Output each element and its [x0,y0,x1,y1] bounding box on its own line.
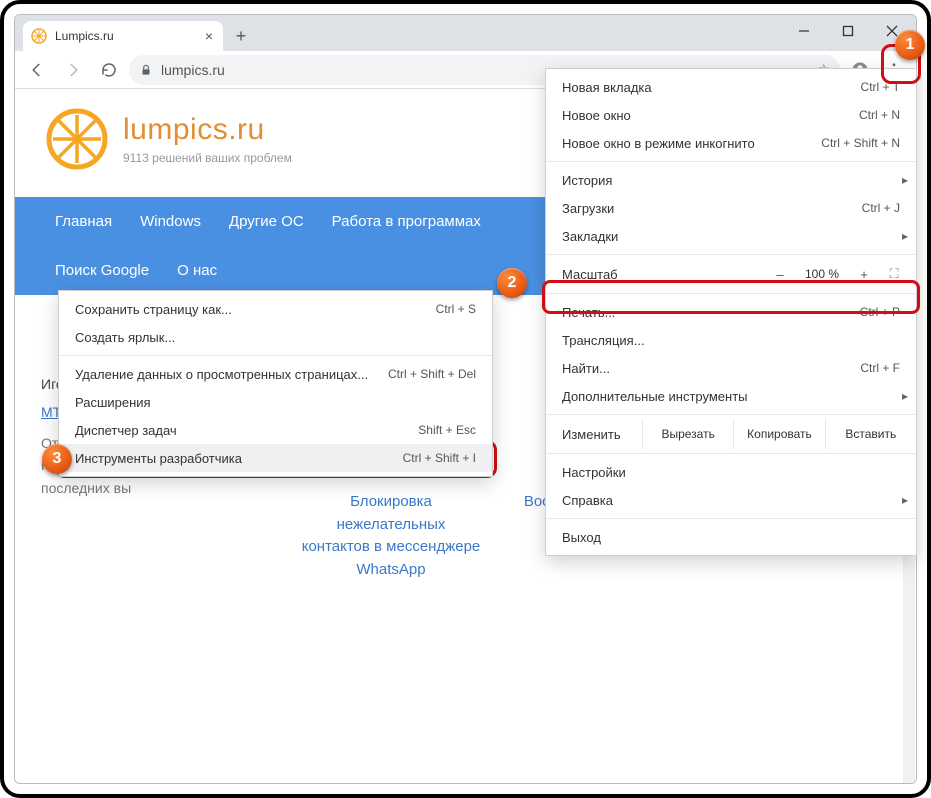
nav-item[interactable]: Windows [126,197,215,246]
main-menu: Новая вкладкаCtrl + T Новое окноCtrl + N… [545,68,917,556]
tab-title: Lumpics.ru [55,29,114,43]
favicon-icon [31,28,47,44]
nav-item[interactable]: Другие ОС [215,197,318,246]
browser-tab[interactable]: Lumpics.ru × [23,21,223,51]
menu-cast[interactable]: Трансляция... [546,326,916,354]
menu-edit-row: Изменить Вырезать Копировать Вставить [546,419,916,449]
site-title: lumpics.ru [123,113,292,147]
more-tools-submenu: Сохранить страницу как...Ctrl + S Создат… [58,290,493,477]
callout-1: 1 [895,30,925,60]
submenu-devtools[interactable]: Инструменты разработчикаCtrl + Shift + I [59,444,492,472]
submenu-clear-data[interactable]: Удаление данных о просмотренных страница… [59,360,492,388]
edit-cut[interactable]: Вырезать [642,419,733,449]
nav-item[interactable]: Работа в программах [318,197,495,246]
menu-incognito[interactable]: Новое окно в режиме инкогнитоCtrl + Shif… [546,129,916,157]
nav-item[interactable]: Главная [41,197,126,246]
submenu-task-manager[interactable]: Диспетчер задачShift + Esc [59,416,492,444]
edit-paste[interactable]: Вставить [825,419,916,449]
minimize-button[interactable] [782,16,826,46]
callout-3: 3 [42,444,72,474]
new-tab-button[interactable]: + [227,22,255,50]
edit-copy[interactable]: Копировать [733,419,824,449]
maximize-button[interactable] [826,16,870,46]
menu-history[interactable]: История▸ [546,166,916,194]
submenu-create-shortcut[interactable]: Создать ярлык... [59,323,492,351]
menu-find[interactable]: Найти...Ctrl + F [546,354,916,382]
fullscreen-icon[interactable]: ⛶ [884,266,904,282]
nav-item[interactable]: О нас [163,246,231,295]
zoom-percent: 100 % [800,267,844,281]
menu-zoom: Масштаб – 100 % + ⛶ [546,259,916,289]
titlebar: Lumpics.ru × + [15,15,916,51]
zoom-out-button[interactable]: – [770,267,790,282]
close-icon[interactable]: × [205,28,213,44]
menu-print[interactable]: Печать...Ctrl + P [546,298,916,326]
site-subtitle: 9113 решений ваших проблем [123,151,292,165]
card-title: Блокировка нежелательных контактов в мес… [301,491,481,581]
menu-settings[interactable]: Настройки [546,458,916,486]
menu-new-window[interactable]: Новое окноCtrl + N [546,101,916,129]
menu-exit[interactable]: Выход [546,523,916,551]
submenu-extensions[interactable]: Расширения [59,388,492,416]
menu-downloads[interactable]: ЗагрузкиCtrl + J [546,194,916,222]
menu-help[interactable]: Справка▸ [546,486,916,514]
site-logo-icon [45,107,109,171]
back-button[interactable] [21,54,53,86]
submenu-save-as[interactable]: Сохранить страницу как...Ctrl + S [59,295,492,323]
menu-new-tab[interactable]: Новая вкладкаCtrl + T [546,73,916,101]
callout-2: 2 [497,268,527,298]
reload-button[interactable] [93,54,125,86]
zoom-in-button[interactable]: + [854,267,874,282]
menu-bookmarks[interactable]: Закладки▸ [546,222,916,250]
nav-item[interactable]: Поиск Google [41,246,163,295]
menu-more-tools[interactable]: Дополнительные инструменты▸ [546,382,916,410]
url-text: lumpics.ru [161,62,225,78]
lock-icon [139,63,153,77]
forward-button[interactable] [57,54,89,86]
